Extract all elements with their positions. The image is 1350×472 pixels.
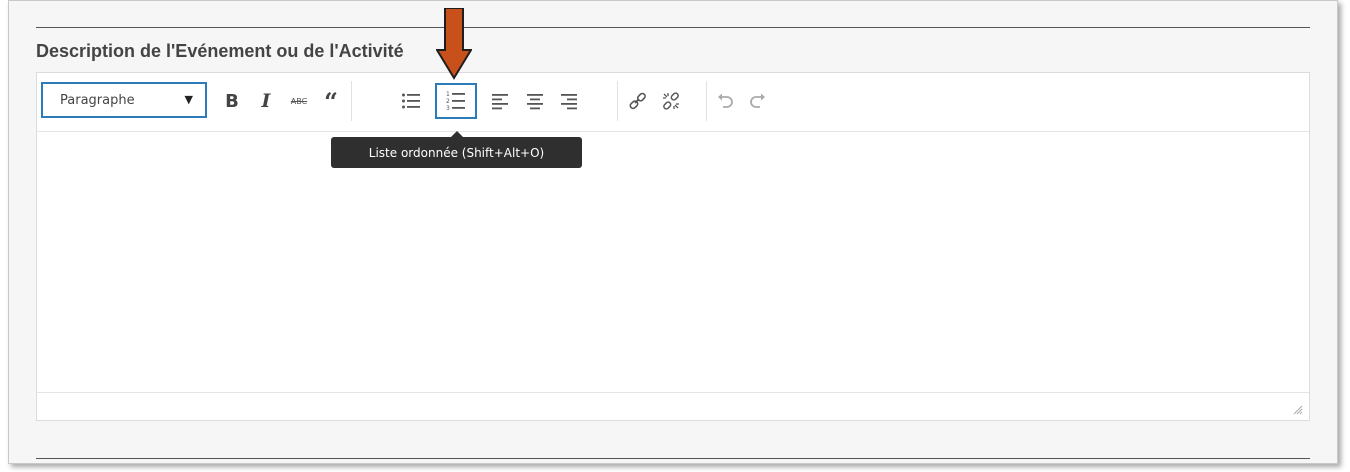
link-icon [629,92,646,110]
editor-content-area[interactable] [37,132,1309,392]
unlink-icon [663,92,679,110]
chevron-down-icon: ▼ [184,93,193,106]
redo-button[interactable] [747,86,769,116]
tooltip: Liste ordonnée (Shift+Alt+O) [331,137,582,168]
toolbar-separator [351,81,352,121]
strikethrough-button[interactable]: ABC [288,86,310,116]
resize-grip-icon[interactable] [1293,405,1303,415]
numbered-list-icon: 1 2 3 [446,91,465,112]
undo-button[interactable] [714,86,736,116]
editor-toolbar: Paragraphe ▼ B I ABC “ 1 2 3 [37,73,1309,132]
align-center-icon [527,94,543,110]
bold-button[interactable]: B [222,86,242,116]
align-right-button[interactable] [558,86,580,116]
redo-icon [750,93,765,108]
bullet-list-icon [402,93,420,109]
numbered-list-button[interactable]: 1 2 3 [435,83,477,119]
italic-icon: I [261,90,271,112]
editor-statusbar [37,392,1309,420]
toolbar-separator [617,81,618,121]
annotation-arrow-icon [436,8,472,80]
bottom-divider [36,458,1310,459]
align-center-button[interactable] [524,86,546,116]
format-select[interactable]: Paragraphe ▼ [41,82,207,118]
tooltip-text: Liste ordonnée (Shift+Alt+O) [368,145,545,160]
align-left-icon [492,94,508,110]
field-title: Description de l'Evénement ou de l'Activ… [36,41,404,61]
svg-text:3: 3 [446,105,450,112]
bold-icon: B [225,90,239,112]
svg-text:1: 1 [446,91,450,98]
align-left-button[interactable] [489,86,511,116]
toolbar-separator [706,81,707,121]
svg-text:2: 2 [446,98,450,105]
blockquote-button[interactable]: “ [320,86,342,116]
strikethrough-icon: ABC [290,96,308,106]
insert-link-button[interactable] [625,86,649,116]
bullet-list-button[interactable] [399,86,423,116]
rich-text-editor: Paragraphe ▼ B I ABC “ 1 2 3 [36,72,1310,421]
blockquote-icon: “ [324,92,338,110]
align-right-icon [561,94,577,110]
remove-link-button[interactable] [659,86,683,116]
format-select-value: Paragraphe [60,93,135,108]
italic-button[interactable]: I [256,86,276,116]
top-divider [36,27,1310,28]
undo-icon [718,93,733,108]
